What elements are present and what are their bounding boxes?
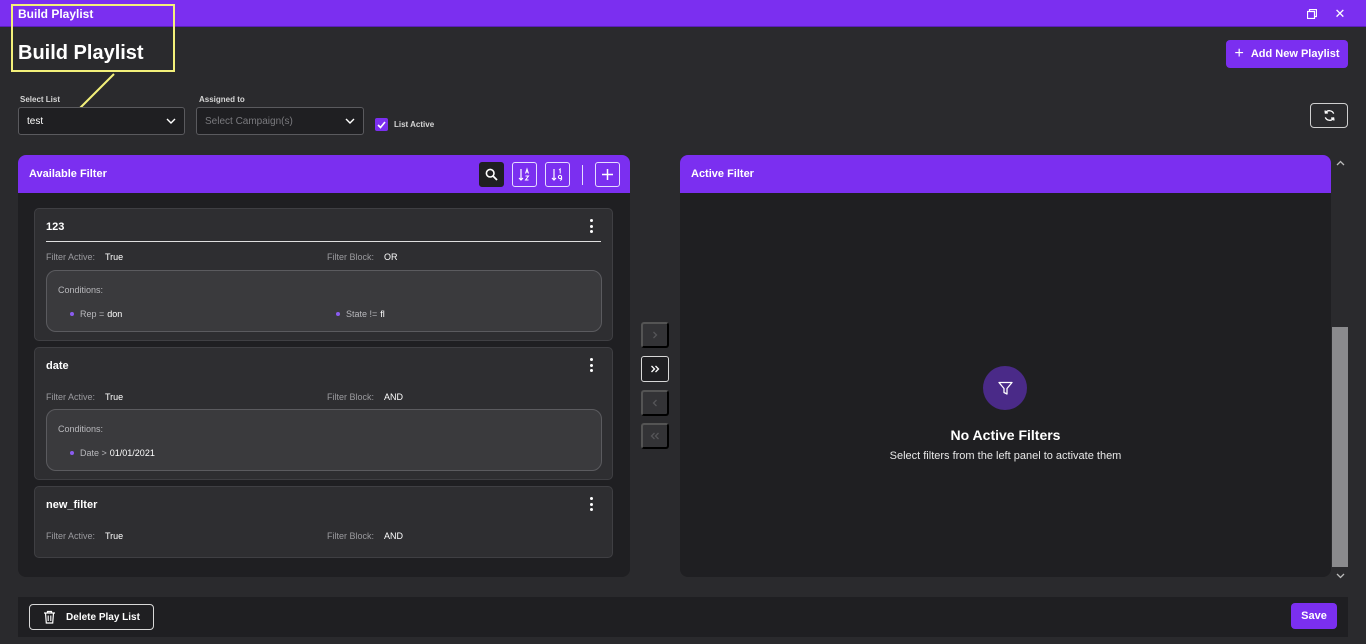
chevron-left-icon: [652, 399, 657, 407]
condition-item: State != fl: [336, 309, 385, 319]
filter-block-meta: Filter Block: AND: [327, 392, 404, 402]
double-chevron-right-icon: [651, 365, 660, 373]
sort-alpha-icon: [518, 167, 530, 181]
available-filter-title: Available Filter: [29, 168, 107, 180]
chevron-down-icon: [345, 116, 355, 126]
restore-window-button[interactable]: [1303, 5, 1321, 23]
page-scrollbar[interactable]: [1331, 155, 1349, 584]
trash-icon: [44, 610, 56, 624]
conditions-label: Conditions:: [58, 424, 104, 434]
page-title: Build Playlist: [18, 42, 144, 64]
conditions-label: Conditions:: [58, 285, 104, 295]
refresh-button[interactable]: [1310, 103, 1348, 128]
double-chevron-left-icon: [650, 432, 659, 440]
add-new-playlist-label: Add New Playlist: [1250, 48, 1340, 60]
filter-block-meta: Filter Block: AND: [327, 531, 404, 541]
assigned-campaign-dropdown[interactable]: Select Campaign(s): [196, 107, 364, 135]
save-button[interactable]: Save: [1291, 603, 1337, 629]
filter-active-meta: Filter Active: True: [46, 531, 124, 541]
search-filters-button[interactable]: [479, 162, 504, 187]
filter-card[interactable]: new_filter Filter Active: True Filter Blo…: [34, 486, 613, 558]
sort-alpha-button[interactable]: [512, 162, 537, 187]
toolbar-divider: [582, 164, 583, 185]
select-list-value: test: [27, 115, 44, 127]
restore-icon: [1307, 9, 1317, 19]
available-filter-toolbar: [479, 162, 620, 187]
filter-name: new_filter: [46, 499, 98, 511]
close-window-button[interactable]: ✕: [1331, 5, 1349, 23]
active-filter-title: Active Filter: [691, 168, 754, 180]
search-icon: [485, 168, 498, 181]
scrollbar-thumb[interactable]: [1332, 327, 1348, 567]
filter-block-meta: Filter Block: OR: [327, 252, 398, 262]
filter-icon: [983, 366, 1027, 410]
select-list-dropdown[interactable]: test: [18, 107, 185, 135]
filter-name: date: [46, 360, 69, 372]
window-title-bar: Build Playlist ✕: [0, 0, 1366, 27]
move-selected-right-button[interactable]: [641, 322, 669, 348]
filter-active-meta: Filter Active: True: [46, 252, 124, 262]
assigned-to-label: Assigned to: [199, 95, 245, 104]
scroll-down-icon[interactable]: [1334, 570, 1346, 582]
condition-item: Date >01/01/2021: [70, 448, 155, 458]
add-new-playlist-button[interactable]: + Add New Playlist: [1226, 40, 1348, 68]
select-list-label: Select List: [20, 95, 61, 104]
available-filter-header: Available Filter: [18, 155, 630, 193]
list-active-checkbox[interactable]: [375, 118, 388, 131]
add-filter-button[interactable]: [595, 162, 620, 187]
chevron-right-icon: [653, 331, 658, 339]
delete-playlist-button[interactable]: Delete Play List: [29, 604, 154, 630]
move-all-right-button[interactable]: [641, 356, 669, 382]
filter-card[interactable]: date Filter Active: True Filter Block: AND…: [34, 347, 613, 480]
move-selected-left-button[interactable]: [641, 390, 669, 416]
assigned-campaign-placeholder: Select Campaign(s): [205, 115, 293, 127]
empty-state-title: No Active Filters: [950, 427, 1061, 443]
footer-bar: Delete Play List Save: [18, 597, 1348, 637]
filter-card[interactable]: 123 Filter Active: True Filter Block: OR C…: [34, 208, 613, 341]
refresh-icon: [1323, 110, 1335, 121]
filter-active-meta: Filter Active: True: [46, 392, 124, 402]
available-filter-panel: Available Filter 123 Filter Active: True…: [18, 155, 630, 577]
more-vertical-icon[interactable]: [588, 219, 594, 233]
conditions-box: Conditions: Date >01/01/2021: [46, 409, 602, 471]
card-divider: [46, 241, 601, 242]
active-filter-panel: Active Filter No Active Filters Select f…: [680, 155, 1331, 577]
filter-name: 123: [46, 221, 65, 233]
list-active-label: List Active: [394, 120, 435, 129]
more-vertical-icon[interactable]: [588, 497, 594, 511]
list-active-toggle[interactable]: List Active: [375, 118, 434, 131]
delete-playlist-label: Delete Play List: [66, 611, 140, 623]
move-all-left-button[interactable]: [641, 423, 669, 449]
more-vertical-icon[interactable]: [588, 358, 594, 372]
empty-state-subtitle: Select filters from the left panel to ac…: [889, 450, 1122, 462]
scroll-up-icon[interactable]: [1334, 157, 1346, 169]
sort-numeric-button[interactable]: [545, 162, 570, 187]
plus-icon: +: [1234, 45, 1244, 62]
plus-icon: [602, 169, 613, 180]
active-filter-header: Active Filter: [680, 155, 1331, 193]
chevron-down-icon: [166, 116, 176, 126]
condition-item: Rep = don: [70, 309, 122, 319]
sort-numeric-icon: [551, 167, 563, 181]
conditions-box: Conditions: Rep = don State != fl: [46, 270, 602, 332]
check-icon: [377, 120, 386, 129]
